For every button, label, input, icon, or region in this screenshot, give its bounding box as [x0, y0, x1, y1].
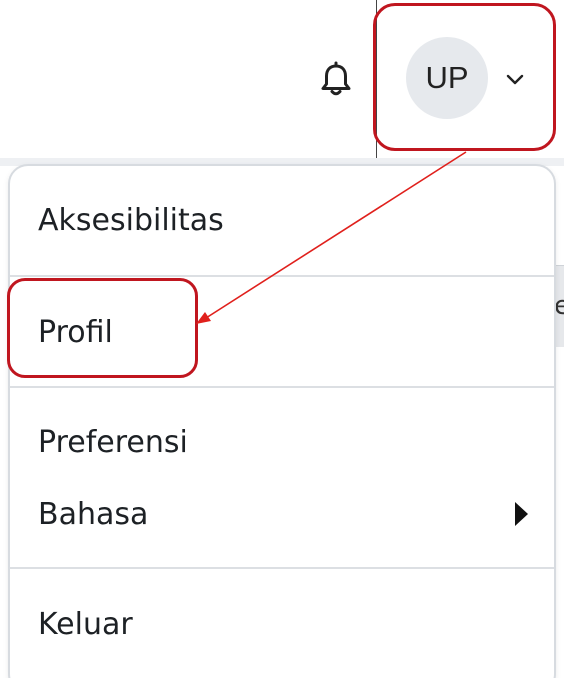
- menu-item-aksesibilitas[interactable]: Aksesibilitas: [10, 190, 554, 250]
- avatar[interactable]: UP: [406, 37, 488, 119]
- menu-item-label: Preferensi: [38, 424, 188, 460]
- menu-item-bahasa[interactable]: Bahasa: [10, 484, 554, 544]
- chevron-down-icon[interactable]: [504, 68, 526, 90]
- menu-item-label: Aksesibilitas: [38, 202, 224, 238]
- bell-icon[interactable]: [316, 60, 356, 100]
- menu-divider: [10, 275, 554, 277]
- page: e UP Aksesibilitas Profil Preferensi Bah…: [0, 0, 564, 678]
- menu-item-profil[interactable]: Profil: [10, 302, 554, 362]
- header-divider: [376, 0, 377, 158]
- user-dropdown-menu: Aksesibilitas Profil Preferensi Bahasa K…: [8, 164, 556, 678]
- caret-right-icon: [515, 502, 528, 526]
- user-menu-toggle[interactable]: UP: [396, 30, 546, 130]
- menu-item-label: Profil: [38, 314, 113, 350]
- menu-item-label: Keluar: [38, 606, 133, 642]
- menu-item-label: Bahasa: [38, 496, 149, 532]
- menu-item-keluar[interactable]: Keluar: [10, 594, 554, 654]
- menu-divider: [10, 386, 554, 388]
- menu-item-preferensi[interactable]: Preferensi: [10, 412, 554, 472]
- menu-divider: [10, 567, 554, 569]
